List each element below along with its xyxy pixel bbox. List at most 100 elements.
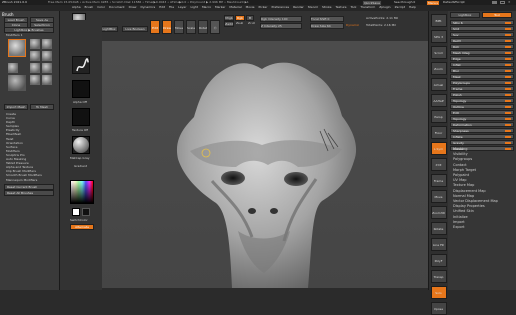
tool-slider[interactable]: Mask	[450, 74, 514, 79]
brush-thumb-4[interactable]	[42, 51, 52, 61]
tool-slider[interactable]: Frame	[450, 86, 514, 91]
alternate-button[interactable]: Alternate	[70, 224, 94, 230]
tool-slider[interactable]: Deformation	[450, 122, 514, 127]
menu-stencil[interactable]: Stencil	[308, 5, 318, 9]
reset-all-brushes-button[interactable]: Reset All Brushes	[4, 190, 54, 196]
slider-thumb[interactable]	[505, 106, 511, 108]
view-button-l-sym[interactable]: L.Sym	[430, 142, 447, 155]
view-button-xyz[interactable]: XYZ	[430, 158, 447, 171]
slider-thumb[interactable]	[505, 46, 511, 48]
slider-thumb[interactable]	[505, 142, 511, 144]
menu-texture[interactable]: Texture	[336, 5, 347, 9]
menu-dynamics[interactable]: Dynamics	[140, 5, 155, 9]
see-through-slider[interactable]: See-through 0	[394, 0, 424, 4]
tool-slider[interactable]: PolyGroups	[450, 80, 514, 85]
material-thumb[interactable]	[72, 136, 90, 154]
tool-slider[interactable]: Edit	[450, 110, 514, 115]
view-button-bpr[interactable]: BPR	[430, 14, 447, 27]
default-zscript-button[interactable]: DefaultZScript	[443, 0, 483, 4]
scale-button[interactable]: Scale	[186, 20, 196, 34]
lightbox-tool-button[interactable]: Lightbox	[450, 12, 480, 18]
brush-thumb-5[interactable]	[8, 63, 18, 73]
menu-zscript[interactable]: Zscript	[395, 5, 405, 9]
draw-size-slider[interactable]: Draw Size 64	[310, 23, 344, 29]
tool-slider[interactable]: Topology	[450, 116, 514, 121]
slider-thumb[interactable]	[505, 118, 511, 120]
view-button-line-fill[interactable]: Line Fill	[430, 238, 447, 251]
gizmo-icon[interactable]: ⬡	[210, 20, 220, 34]
slider-thumb[interactable]	[505, 64, 511, 66]
view-button-zoom3d[interactable]: Zoom3D	[430, 206, 447, 219]
view-button-actual[interactable]: Actual	[430, 78, 447, 91]
switch-color-button[interactable]: SwitchColor	[70, 218, 88, 222]
tool-slider[interactable]: Outline	[450, 104, 514, 109]
rgb-intensity-slider[interactable]: Rgb Intensity 100	[260, 16, 302, 22]
minimize-icon[interactable]	[492, 1, 497, 4]
slider-thumb[interactable]	[505, 94, 511, 96]
tool-slider[interactable]: Polish	[450, 92, 514, 97]
view-button-aahalf[interactable]: AAHalf	[430, 94, 447, 107]
brush-thumb-6[interactable]	[30, 63, 40, 73]
menu-preferences[interactable]: Preferences	[271, 5, 289, 9]
z-intensity-slider[interactable]: Z Intensity 25	[260, 23, 302, 29]
slider-thumb[interactable]	[505, 82, 511, 84]
brush-menu-item[interactable]: Mannequin Modifiers	[0, 178, 60, 182]
menu-file[interactable]: File	[169, 5, 174, 9]
slider-thumb[interactable]	[505, 70, 511, 72]
slider-thumb[interactable]	[505, 52, 511, 54]
menu-document[interactable]: Document	[109, 5, 125, 9]
brush-thumb-9[interactable]	[30, 75, 40, 85]
zadd-button[interactable]: Zadd	[224, 21, 234, 27]
draw-button[interactable]: Draw	[162, 20, 172, 34]
view-button-scroll[interactable]: Scroll	[430, 46, 447, 59]
tool-slider[interactable]: Topology	[450, 98, 514, 103]
dynamic-toggle[interactable]: Dynamic	[346, 23, 359, 27]
focal-shift-slider[interactable]: Focal Shift 0	[310, 16, 344, 22]
tool-slider[interactable]: Suv	[450, 32, 514, 37]
tool-slider[interactable]: Mesh Integ	[450, 50, 514, 55]
canvas-viewport[interactable]	[102, 41, 428, 288]
stroke-icon[interactable]	[72, 56, 90, 74]
view-button-transp[interactable]: Transp	[430, 270, 447, 283]
menu-movie[interactable]: Movie	[246, 5, 255, 9]
tool-menu-item[interactable]: Export	[448, 225, 516, 230]
zcut-button[interactable]: Zcut	[248, 21, 255, 25]
tool-slider[interactable]: ReUV	[450, 38, 514, 43]
menu-macro[interactable]: Macro	[202, 5, 211, 9]
view-button-move[interactable]: Move	[430, 190, 447, 203]
menu-brush[interactable]: Brush	[85, 5, 94, 9]
main-color-swatch[interactable]	[72, 208, 80, 216]
tool-slider[interactable]: Inflate	[450, 134, 514, 139]
slider-thumb[interactable]	[505, 76, 511, 78]
slider-thumb[interactable]	[505, 58, 511, 60]
menu-render[interactable]: Render	[293, 5, 304, 9]
import-mesh-button[interactable]: Import Mesh	[4, 104, 28, 110]
view-button-xpose[interactable]: Xpose	[430, 302, 447, 315]
brush-thumb-10[interactable]	[42, 75, 52, 85]
tool-slider[interactable]: Smt	[450, 26, 514, 31]
view-button-zoom[interactable]: Zoom	[430, 62, 447, 75]
menu-help[interactable]: Help	[409, 5, 416, 9]
view-button-solo[interactable]: Solo	[430, 286, 447, 299]
brush-thumb-clay[interactable]	[8, 39, 26, 57]
view-button-polyf[interactable]: PolyF	[430, 254, 447, 267]
secondary-color-swatch[interactable]	[82, 208, 90, 216]
zsub-button[interactable]: Zsub	[236, 21, 243, 25]
color-picker[interactable]	[70, 180, 94, 204]
move-button[interactable]: Move	[174, 20, 184, 34]
slider-thumb[interactable]	[505, 88, 511, 90]
slider-thumb[interactable]	[505, 28, 511, 30]
slider-thumb[interactable]	[505, 130, 511, 132]
tool-slider[interactable]: Inflat	[450, 62, 514, 67]
lightbox-button[interactable]: LightBox	[100, 26, 118, 32]
slider-thumb[interactable]	[505, 34, 511, 36]
menu-picker[interactable]: Picker	[259, 5, 268, 9]
menu-light[interactable]: Light	[190, 5, 198, 9]
tool-slider[interactable]: Blur	[450, 68, 514, 73]
slider-thumb[interactable]	[505, 100, 511, 102]
tool-slider[interactable]: Edge	[450, 56, 514, 61]
view-button-spix-3[interactable]: SPix 3	[430, 30, 447, 43]
menu-tool[interactable]: Tool	[350, 5, 356, 9]
brush-thumb-1[interactable]	[30, 39, 40, 49]
slider-thumb[interactable]	[505, 22, 511, 24]
